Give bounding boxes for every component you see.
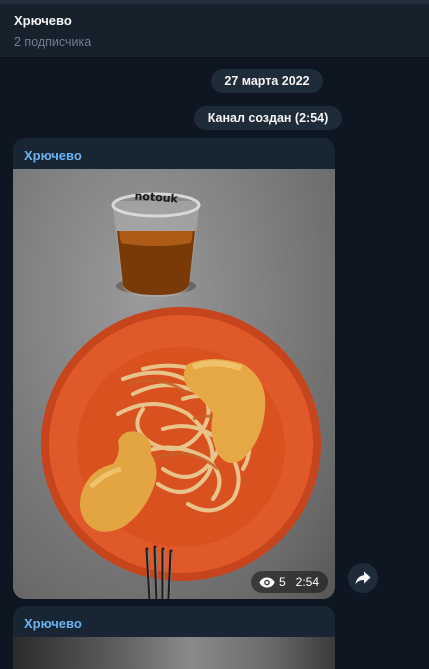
channel-title[interactable]: Хрючево	[14, 13, 429, 29]
post-meta: 5 2:54	[250, 571, 328, 593]
share-arrow-icon	[355, 571, 371, 585]
eye-icon	[259, 577, 275, 588]
chat-header[interactable]: Хрючево 2 подписчика	[0, 0, 429, 58]
post-photo[interactable]	[13, 637, 335, 669]
share-button[interactable]	[348, 563, 378, 593]
post-author[interactable]: Хрючево	[13, 606, 335, 637]
food-photo-illustration: notouk	[41, 190, 321, 599]
post-author[interactable]: Хрючево	[13, 138, 335, 169]
subscriber-count: 2 подписчика	[14, 35, 92, 49]
service-message: Канал создан (2:54)	[194, 106, 342, 130]
date-separator: 27 марта 2022	[211, 69, 323, 93]
view-count: 5	[278, 575, 286, 589]
post-time: 2:54	[295, 575, 319, 589]
header-top-strip	[0, 0, 429, 4]
channel-post: Хрючево notouk 5 2:54	[13, 138, 335, 599]
post-photo[interactable]: notouk 5 2:54	[13, 169, 335, 599]
channel-post: Хрючево	[13, 606, 335, 669]
